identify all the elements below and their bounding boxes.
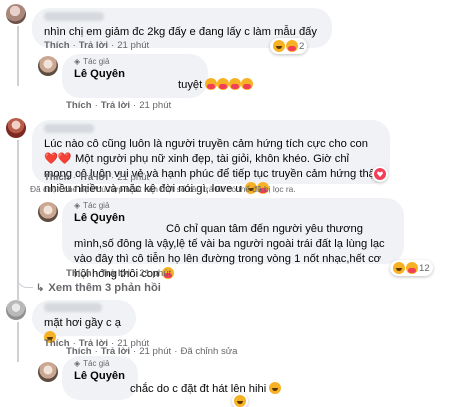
- author-badge-icon: ◈: [74, 201, 81, 210]
- reply-link[interactable]: Trả lời: [79, 40, 108, 51]
- like-link[interactable]: Thích: [66, 268, 92, 279]
- author-avatar[interactable]: [38, 56, 58, 76]
- blurred-commenter-name: [44, 12, 104, 21]
- like-link[interactable]: Thích: [44, 172, 70, 183]
- author-badge: ◈ Tác giả: [74, 57, 110, 66]
- blurred-commenter-name: [44, 303, 102, 312]
- filter-note: Đã chọn chế độ Phù hợp nhất nên một số c…: [30, 184, 296, 194]
- like-link[interactable]: Thích: [66, 346, 92, 357]
- commenter-avatar[interactable]: [6, 4, 26, 24]
- thread-line: [17, 322, 19, 362]
- haha-emoji-icon: [234, 395, 246, 407]
- reply-bubble: ◈ Tác giả Lê Quyên: [62, 54, 208, 98]
- reply-link[interactable]: Trả lời: [101, 346, 130, 357]
- care-emoji-icon: [286, 40, 298, 52]
- reply-link[interactable]: Trả lời: [101, 100, 130, 111]
- author-badge: ◈ Tác giả: [74, 201, 110, 210]
- blurred-commenter-name: [44, 124, 94, 133]
- author-name[interactable]: Lê Quyên: [74, 369, 126, 384]
- commenter-avatar[interactable]: [6, 300, 26, 320]
- commenter-avatar[interactable]: [6, 118, 26, 138]
- reply-text: tuyệt: [178, 79, 203, 91]
- timestamp[interactable]: 21 phút: [139, 268, 171, 279]
- care-emoji-icon: [205, 78, 218, 90]
- reply-actions: Thích · Trả lời · 21 phút · Đã chỉnh sửa: [66, 346, 238, 357]
- thread-line: [17, 26, 19, 86]
- author-badge: ◈ Tác giả: [74, 359, 110, 368]
- reply-reactions[interactable]: [232, 393, 248, 407]
- comment-text: mặt hơi gầy c ạ: [44, 317, 121, 329]
- comment-bubble: mặt hơi gầy c ạ: [32, 300, 136, 343]
- care-emoji-icon: [241, 78, 254, 90]
- reply-link[interactable]: Trả lời: [101, 268, 130, 279]
- like-link[interactable]: Thích: [44, 40, 70, 51]
- author-avatar[interactable]: [38, 362, 58, 382]
- haha-emoji-icon: [269, 382, 282, 394]
- reply-actions: Thích · Trả lời · 21 phút: [66, 268, 172, 279]
- reply-link[interactable]: Trả lời: [79, 172, 108, 183]
- author-badge-icon: ◈: [74, 359, 81, 368]
- timestamp[interactable]: 21 phút: [117, 172, 149, 183]
- author-avatar[interactable]: [38, 202, 58, 222]
- timestamp[interactable]: 21 phút: [139, 346, 171, 357]
- timestamp[interactable]: 21 phút: [117, 40, 149, 51]
- reply-text: chắc do c đặt đt hát lên hihi: [130, 383, 267, 395]
- view-more-replies-label: Xem thêm 3 phản hồi: [48, 282, 161, 294]
- like-link[interactable]: Thích: [66, 100, 92, 111]
- care-emoji-icon: [217, 78, 230, 90]
- reply-arrow-icon: ↳: [36, 282, 45, 294]
- heart-emoji-icon: [374, 168, 386, 180]
- care-emoji-icon: [229, 78, 242, 90]
- care-emoji-icon: [406, 262, 418, 274]
- timestamp[interactable]: 21 phút: [139, 100, 171, 111]
- reaction-count: 12: [419, 262, 430, 274]
- author-badge-icon: ◈: [74, 57, 81, 66]
- thread-line: [17, 272, 33, 288]
- reply-reactions[interactable]: 12: [390, 260, 433, 276]
- reply-text-line: chắc do c đặt đt hát lên hihi: [130, 382, 282, 395]
- edited-label: Đã chỉnh sửa: [180, 346, 238, 357]
- reply-bubble: ◈ Tác giả Lê Quyên: [62, 356, 138, 400]
- comment-actions: Thích · Trả lời · 21 phút: [44, 172, 150, 183]
- comment-reactions[interactable]: [372, 166, 388, 182]
- reaction-count: 2: [299, 40, 305, 52]
- haha-emoji-icon: [393, 262, 405, 274]
- reply-actions: Thích · Trả lời · 21 phút: [66, 100, 172, 111]
- haha-emoji-icon: [273, 40, 285, 52]
- reply-text-line: tuyệt: [178, 78, 254, 91]
- comment-text: nhìn chị em giảm đc 2kg đấy e đang lấy c…: [44, 26, 317, 38]
- comment-actions: Thích · Trả lời · 21 phút: [44, 40, 150, 51]
- comment-reactions[interactable]: 2: [270, 38, 308, 54]
- view-more-replies[interactable]: ↳ Xem thêm 3 phản hồi: [36, 282, 161, 294]
